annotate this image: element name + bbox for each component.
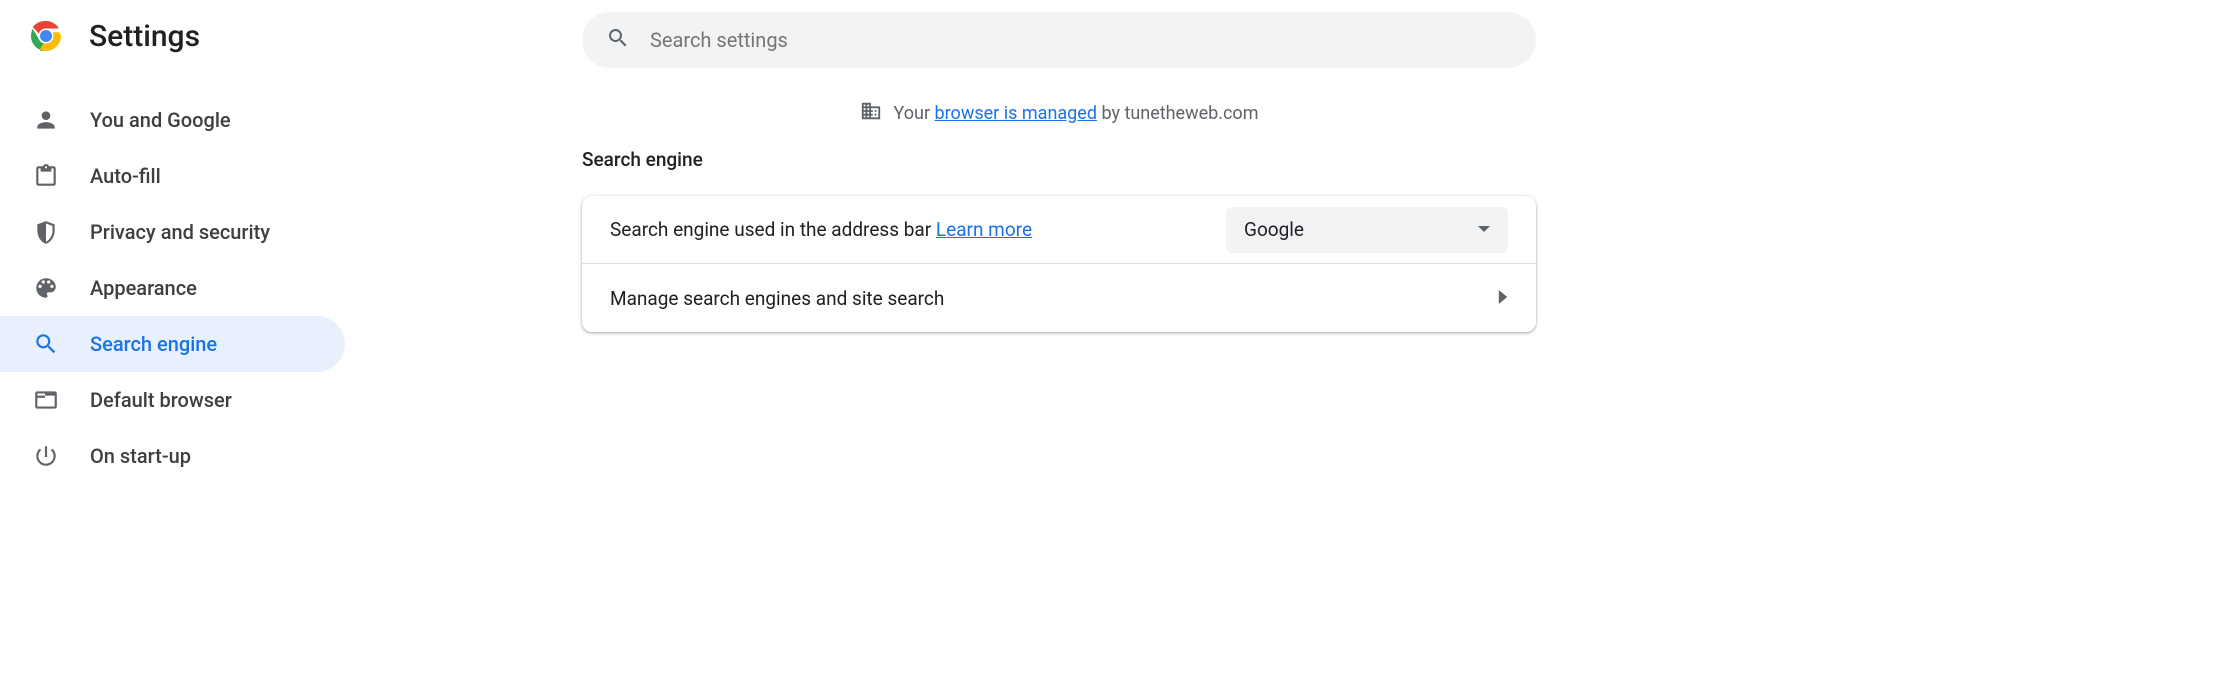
power-icon bbox=[32, 442, 60, 470]
search-icon bbox=[32, 330, 60, 358]
sidebar-item-appearance[interactable]: Appearance bbox=[0, 260, 345, 316]
sidebar-item-label: Default browser bbox=[90, 388, 232, 412]
row-text-content: Search engine used in the address bar bbox=[610, 218, 936, 241]
sidebar-item-label: Appearance bbox=[90, 276, 197, 300]
sidebar-item-on-startup[interactable]: On start-up bbox=[0, 428, 345, 484]
search-engine-card: Search engine used in the address bar Le… bbox=[582, 196, 1536, 332]
select-value: Google bbox=[1244, 218, 1304, 241]
sidebar-item-search-engine[interactable]: Search engine bbox=[0, 316, 345, 372]
search-settings-bar[interactable] bbox=[582, 12, 1536, 68]
search-input[interactable] bbox=[650, 28, 1512, 52]
page-title: Settings bbox=[89, 19, 200, 54]
person-icon bbox=[32, 106, 60, 134]
search-engine-select[interactable]: Google bbox=[1226, 207, 1508, 253]
clipboard-icon bbox=[32, 162, 60, 190]
sidebar: You and Google Auto-fill Privacy and sec… bbox=[0, 92, 345, 484]
shield-icon bbox=[32, 218, 60, 246]
managed-link[interactable]: browser is managed bbox=[935, 103, 1097, 124]
sidebar-item-you-and-google[interactable]: You and Google bbox=[0, 92, 345, 148]
manage-search-engines-row[interactable]: Manage search engines and site search bbox=[582, 264, 1536, 332]
managed-notice-text: Your browser is managed by tunetheweb.co… bbox=[894, 103, 1259, 124]
search-engine-row: Search engine used in the address bar Le… bbox=[582, 196, 1536, 264]
palette-icon bbox=[32, 274, 60, 302]
managed-prefix: Your bbox=[894, 103, 935, 124]
sidebar-item-label: Auto-fill bbox=[90, 164, 161, 188]
manage-search-engines-label: Manage search engines and site search bbox=[610, 287, 944, 310]
dropdown-arrow-icon bbox=[1478, 220, 1490, 239]
sidebar-item-label: Search engine bbox=[90, 332, 217, 356]
search-engine-label: Search engine used in the address bar Le… bbox=[610, 218, 1032, 241]
managed-suffix: by tunetheweb.com bbox=[1097, 103, 1259, 124]
managed-notice: Your browser is managed by tunetheweb.co… bbox=[582, 100, 1536, 127]
sidebar-item-privacy-security[interactable]: Privacy and security bbox=[0, 204, 345, 260]
sidebar-item-autofill[interactable]: Auto-fill bbox=[0, 148, 345, 204]
window-icon bbox=[32, 386, 60, 414]
section-title: Search engine bbox=[582, 148, 703, 171]
sidebar-item-label: You and Google bbox=[90, 108, 231, 132]
learn-more-link[interactable]: Learn more bbox=[936, 218, 1032, 241]
chevron-right-icon bbox=[1498, 289, 1508, 308]
building-icon bbox=[860, 100, 882, 127]
search-icon bbox=[606, 26, 650, 54]
sidebar-item-label: Privacy and security bbox=[90, 220, 270, 244]
sidebar-item-label: On start-up bbox=[90, 444, 191, 468]
sidebar-item-default-browser[interactable]: Default browser bbox=[0, 372, 345, 428]
chrome-logo-icon bbox=[28, 18, 64, 54]
